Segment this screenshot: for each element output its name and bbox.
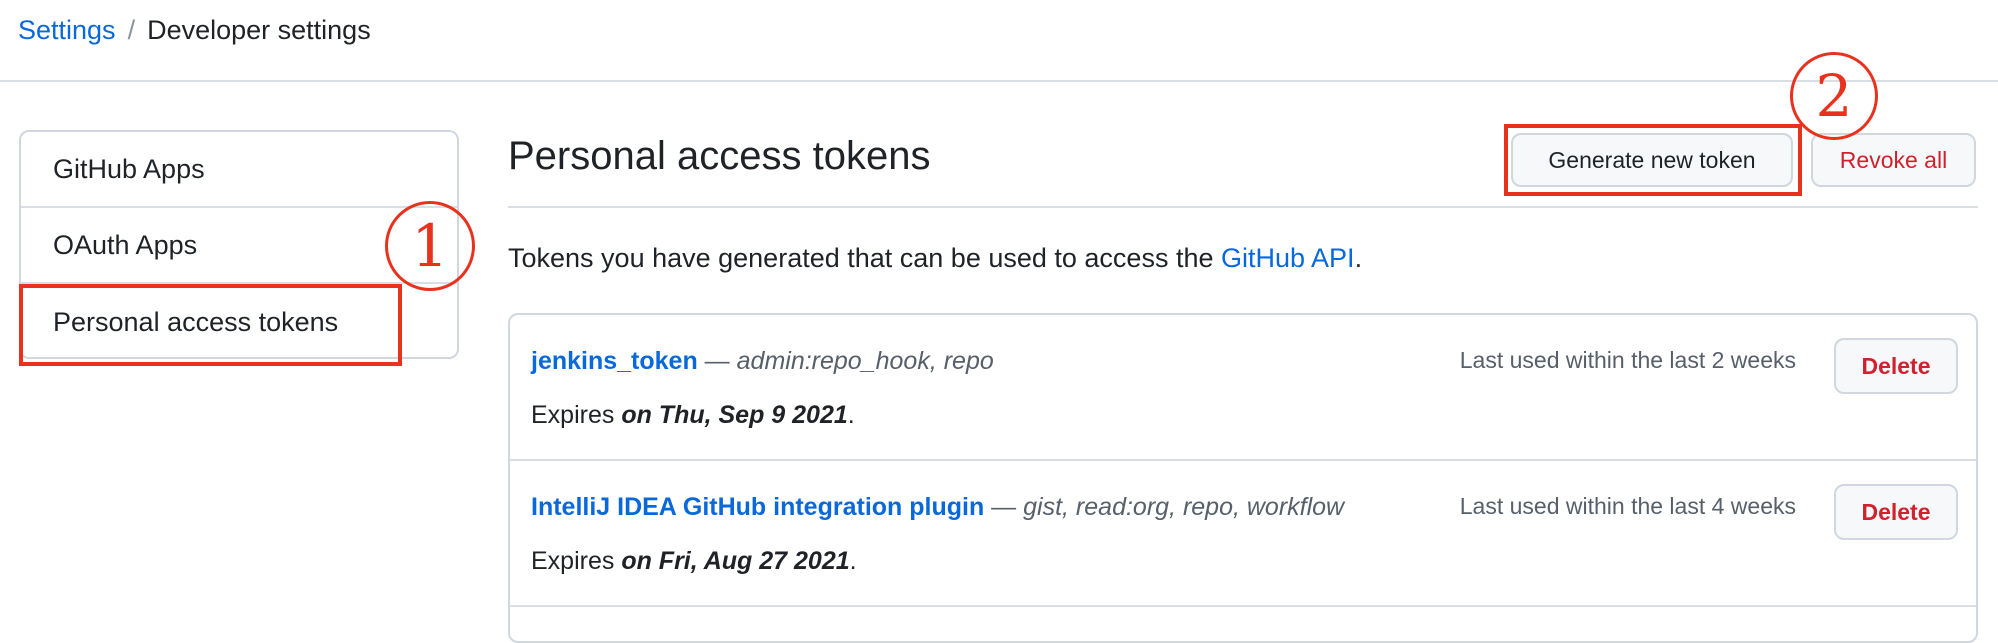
annotation-step-1-marker: 1	[385, 201, 475, 291]
annotation-step-2-label: 2	[1815, 62, 1853, 130]
breadcrumb-settings-link[interactable]: Settings	[18, 15, 116, 46]
page-title: Personal access tokens	[508, 134, 931, 178]
annotation-highlight-generate-button	[1504, 124, 1802, 196]
token-row: jenkins_token — admin:repo_hook, repo La…	[510, 315, 1976, 461]
token-heading: jenkins_token — admin:repo_hook, repo	[531, 347, 994, 376]
delete-token-label: Delete	[1861, 498, 1931, 525]
github-api-link[interactable]: GitHub API	[1221, 243, 1355, 273]
token-last-used: Last used within the last 2 weeks	[1459, 347, 1796, 373]
token-list: jenkins_token — admin:repo_hook, repo La…	[508, 313, 1978, 643]
title-divider	[508, 206, 1978, 208]
annotation-highlight-sidebar-item	[19, 284, 402, 366]
delete-token-button[interactable]: Delete	[1834, 338, 1958, 394]
token-expiry-suffix: .	[849, 547, 857, 575]
token-name-link[interactable]: jenkins_token	[531, 347, 698, 375]
breadcrumb-separator: /	[127, 14, 136, 45]
revoke-all-label: Revoke all	[1839, 146, 1948, 173]
annotation-step-1-label: 1	[411, 212, 449, 280]
tokens-description-text: Tokens you have generated that can be us…	[508, 243, 1221, 273]
token-expiry-date: on Fri, Aug 27 2021	[621, 547, 850, 575]
token-expiry-date: on Thu, Sep 9 2021	[621, 401, 848, 429]
token-expiry-prefix: Expires	[531, 401, 622, 429]
token-scopes: admin:repo_hook, repo	[736, 347, 994, 375]
sidebar-item-label: OAuth Apps	[53, 229, 198, 260]
token-scopes: gist, read:org, repo, workflow	[1023, 493, 1345, 521]
revoke-all-button[interactable]: Revoke all	[1811, 133, 1976, 187]
breadcrumb-current: Developer settings	[147, 14, 371, 45]
delete-token-label: Delete	[1861, 352, 1931, 379]
token-expiry: Expires on Fri, Aug 27 2021.	[531, 547, 857, 576]
token-last-used: Last used within the last 4 weeks	[1459, 493, 1796, 519]
token-expiry: Expires on Thu, Sep 9 2021.	[531, 401, 855, 430]
sidebar-item-github-apps[interactable]: GitHub Apps	[21, 132, 457, 208]
token-row: IntelliJ IDEA GitHub integration plugin …	[510, 461, 1976, 607]
token-dash: —	[984, 493, 1024, 521]
token-heading: IntelliJ IDEA GitHub integration plugin …	[531, 493, 1344, 522]
tokens-description-suffix: .	[1354, 243, 1363, 273]
delete-token-button[interactable]: Delete	[1834, 484, 1958, 540]
token-expiry-suffix: .	[847, 401, 855, 429]
header-divider	[0, 80, 1998, 82]
sidebar-item-label: GitHub Apps	[53, 153, 205, 184]
token-expiry-prefix: Expires	[531, 547, 622, 575]
breadcrumb: Settings / Developer settings	[18, 10, 371, 50]
annotation-step-2-marker: 2	[1790, 52, 1878, 140]
tokens-description: Tokens you have generated that can be us…	[508, 243, 1362, 274]
token-name-link[interactable]: IntelliJ IDEA GitHub integration plugin	[531, 493, 984, 521]
token-dash: —	[697, 347, 737, 375]
